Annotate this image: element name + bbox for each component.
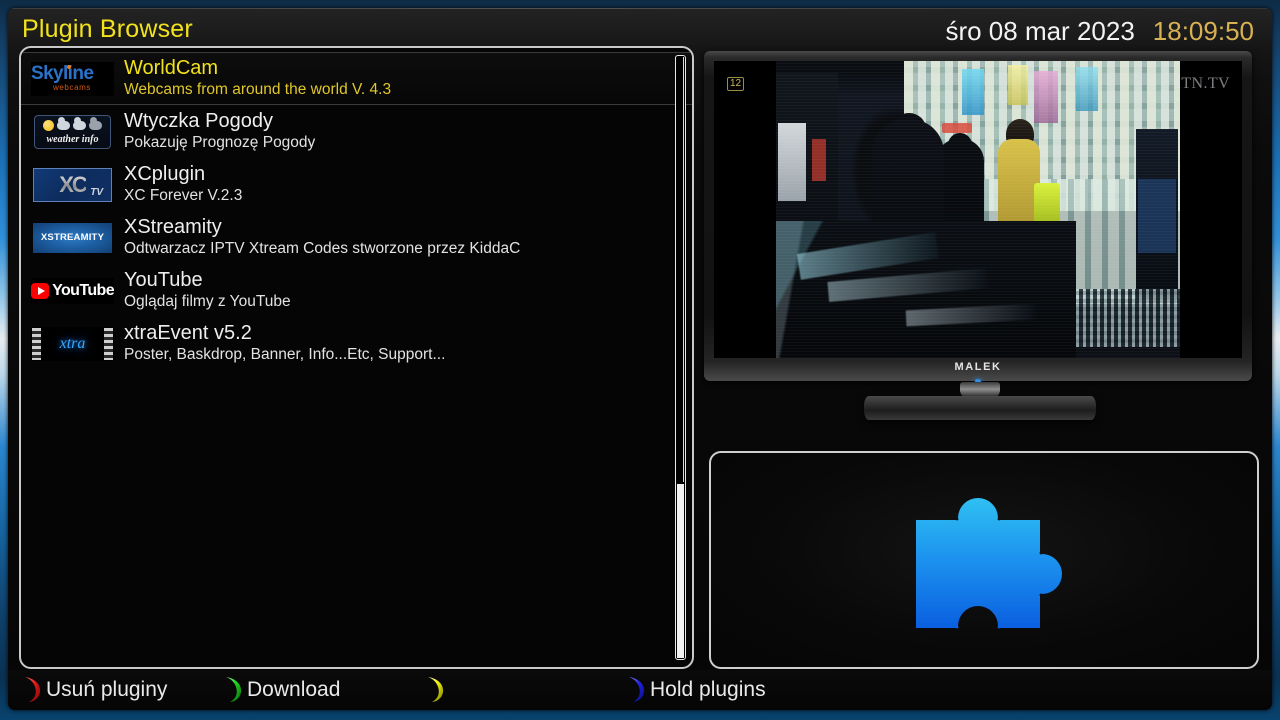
list-scrollbar[interactable]: [675, 55, 686, 660]
youtube-icon-label: YouTube: [52, 281, 114, 299]
clock: śro 08 mar 2023 18:09:50: [945, 16, 1254, 47]
skyline-icon-main-text: Skyline: [31, 63, 94, 85]
youtube-play-icon: [31, 282, 50, 299]
weather-info-icon: weather info: [31, 111, 114, 153]
skyline-webcams-icon: Skyline webcams: [31, 58, 114, 100]
plugin-description: Webcams from around the world V. 4.3: [124, 81, 392, 99]
plugin-list-item-xcplugin[interactable]: XC TV XCplugin XC Forever V.2.3: [21, 158, 692, 211]
blue-moon-icon: [629, 677, 645, 702]
plugin-list-item-worldcam[interactable]: Skyline webcams WorldCam Webcams from ar…: [21, 52, 692, 105]
tv-brand-label: MALEK: [954, 361, 1002, 373]
plugin-description: Odtwarzacz IPTV Xtream Codes stworzone p…: [124, 240, 521, 258]
green-button-label: Download: [247, 677, 341, 701]
xstreamity-icon: XSTREAMITY: [31, 217, 114, 259]
plugin-list-item-xstreamity[interactable]: XSTREAMITY XStreamity Odtwarzacz IPTV Xt…: [21, 211, 692, 264]
plugin-description: Poster, Baskdrop, Banner, Info...Etc, Su…: [124, 346, 446, 364]
plugin-list-item-wtyczka-pogody[interactable]: weather info Wtyczka Pogody Pokazuję Pro…: [21, 105, 692, 158]
red-moon-icon: [25, 677, 41, 702]
plugin-name: xtraEvent v5.2: [124, 322, 252, 345]
clock-date: śro 08 mar 2023: [945, 16, 1135, 46]
xtra-icon-label: xtra: [59, 334, 86, 352]
plugin-description: XC Forever V.2.3: [124, 187, 243, 205]
blue-button-label: Hold plugins: [650, 677, 766, 701]
plugin-list-item-youtube[interactable]: YouTube YouTube Oglądaj filmy z YouTube: [21, 264, 692, 317]
plugin-list-item-xtraevent[interactable]: xtra xtraEvent v5.2 Poster, Baskdrop, Ba…: [21, 317, 692, 370]
video-frame: [776, 61, 1180, 358]
tv-bezel: 12 ITN.TV MALEK: [704, 51, 1252, 383]
xc-icon-main-text: XC: [59, 171, 88, 197]
puzzle-piece-icon: [916, 498, 1062, 629]
yellow-button[interactable]: [425, 675, 449, 704]
xc-icon-sub-text: TV: [90, 186, 103, 198]
yellow-moon-icon: [428, 677, 444, 702]
tv-stand-base: [864, 396, 1096, 420]
youtube-icon: YouTube: [31, 270, 114, 312]
clock-time: 18:09:50: [1152, 16, 1254, 46]
plugin-browser-window: Plugin Browser śro 08 mar 2023 18:09:50 …: [8, 8, 1272, 710]
color-button-bar: Usuń pluginy Download Hold plugins: [8, 670, 1272, 710]
plugin-name: WorldCam: [124, 57, 219, 80]
tv-screen[interactable]: 12 ITN.TV: [714, 61, 1242, 358]
tv-preview: 12 ITN.TV MALEK: [700, 46, 1260, 441]
plugin-description: Pokazuję Prognozę Pogody: [124, 134, 316, 152]
green-moon-icon: [226, 677, 242, 702]
plugin-name: YouTube: [124, 269, 203, 292]
scrollbar-thumb[interactable]: [677, 57, 684, 482]
skyline-icon-sub-text: webcams: [53, 82, 91, 92]
plugin-name: Wtyczka Pogody: [124, 110, 273, 133]
channel-logo: ITN.TV: [1175, 75, 1230, 92]
red-button-label: Usuń pluginy: [46, 677, 168, 701]
blue-button[interactable]: Hold plugins: [626, 675, 766, 704]
scrollbar-track[interactable]: [677, 484, 684, 658]
plugin-list: Skyline webcams WorldCam Webcams from ar…: [21, 48, 692, 667]
desktop-background: Plugin Browser śro 08 mar 2023 18:09:50 …: [0, 0, 1280, 720]
page-title: Plugin Browser: [22, 15, 193, 43]
plugin-description: Oglądaj filmy z YouTube: [124, 293, 291, 311]
age-rating-badge: 12: [727, 77, 745, 91]
red-button[interactable]: Usuń pluginy: [22, 675, 167, 704]
xstreamity-icon-label: XSTREAMITY: [40, 232, 105, 243]
plugin-name: XCplugin: [124, 163, 206, 186]
plugin-list-panel[interactable]: Skyline webcams WorldCam Webcams from ar…: [19, 46, 694, 669]
plugin-name: XStreamity: [124, 216, 222, 239]
xtra-event-icon: xtra: [31, 323, 114, 365]
weather-icon-label: weather info: [46, 134, 99, 145]
xc-tv-icon: XC TV: [31, 164, 114, 206]
green-button[interactable]: Download: [223, 675, 340, 704]
plugin-preview-panel: [709, 451, 1259, 669]
